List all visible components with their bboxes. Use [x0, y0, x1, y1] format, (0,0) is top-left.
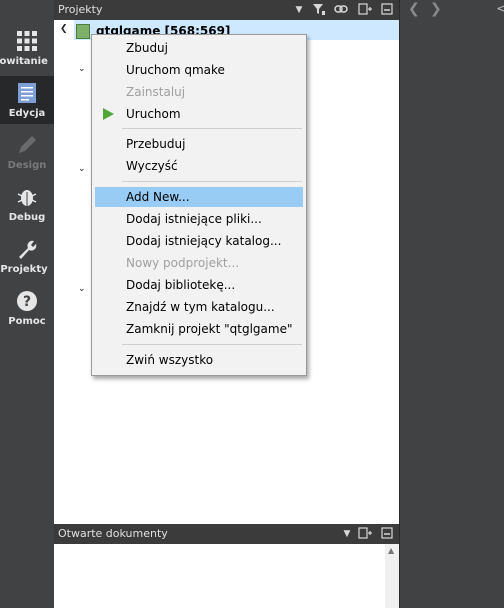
menu-item-label: Zainstaluj [126, 85, 186, 99]
help-icon: ? [17, 291, 37, 311]
chevron-down-icon[interactable]: ❮ [60, 24, 68, 34]
qt-project-icon [76, 24, 90, 39]
menu-item-label: Nowy podprojekt... [126, 256, 240, 270]
mode-label: Projekty [0, 264, 48, 275]
menu-item-install: Zainstaluj [95, 82, 303, 102]
menu-item-build[interactable]: Zbuduj [95, 38, 303, 58]
split-icon[interactable] [356, 526, 374, 542]
mode-label: Debug [8, 212, 46, 223]
menu-item-rebuild[interactable]: Przebuduj [95, 134, 303, 154]
split-icon[interactable] [356, 2, 374, 18]
menu-item-add-new[interactable]: Add New... [95, 187, 303, 207]
menu-item-label: Uruchom [126, 107, 181, 121]
mode-label: Design [7, 160, 47, 171]
pencil-icon [19, 136, 36, 153]
mode-design[interactable]: Design [0, 128, 54, 180]
menu-item-add-existing-files[interactable]: Dodaj istniejące pliki... [95, 209, 303, 229]
wrench-icon [19, 240, 37, 259]
menu-item-label: Add New... [126, 190, 190, 204]
projects-panel-header: Projekty ▼ [54, 0, 400, 20]
menu-item-label: Dodaj istniejące pliki... [126, 212, 262, 226]
menu-item-label: Przebuduj [126, 137, 186, 151]
open-documents-list[interactable]: ▲ [54, 544, 399, 608]
back-arrow-icon[interactable]: < [496, 1, 504, 17]
chevron-down-icon[interactable]: ⌄ [78, 284, 86, 294]
menu-item-label: Wyczyść [126, 159, 178, 173]
scrollbar[interactable]: ▲ [385, 544, 399, 608]
dropdown-arrow-icon[interactable]: ▼ [338, 526, 356, 542]
menu-item-find-in-directory[interactable]: Znajdź w tym katalogu... [95, 297, 303, 317]
menu-item-label: Zbuduj [126, 41, 168, 55]
filter-icon[interactable] [310, 2, 328, 18]
menu-separator [122, 128, 302, 129]
forward-arrow-icon[interactable]: ❯ [430, 1, 442, 17]
mode-debug[interactable]: Debug [0, 180, 54, 232]
menu-item-run-qmake[interactable]: Uruchom qmake [95, 60, 303, 80]
close-pane-icon[interactable] [378, 2, 396, 18]
menu-item-add-library[interactable]: Dodaj bibliotekę... [95, 275, 303, 295]
context-menu: Zbuduj Uruchom qmake Zainstaluj Uruchom … [91, 34, 307, 376]
open-documents-header: Otwarte dokumenty ▼ [54, 524, 399, 544]
mode-label: Pomoc [8, 316, 46, 327]
menu-separator [122, 344, 302, 345]
menu-item-collapse-all[interactable]: Zwiń wszystko [95, 350, 303, 370]
menu-item-close-project[interactable]: Zamknij projekt "qtglgame" [95, 319, 303, 339]
link-icon[interactable] [332, 2, 350, 18]
mode-label: Edycja [8, 108, 46, 119]
menu-item-new-subproject: Nowy podprojekt... [95, 253, 303, 273]
menu-item-clean[interactable]: Wyczyść [95, 156, 303, 176]
mode-projects[interactable]: Projekty [0, 232, 54, 284]
back-arrow-icon[interactable]: ❮ [408, 1, 420, 17]
menu-item-label: Uruchom qmake [126, 63, 225, 77]
menu-separator [122, 181, 302, 182]
svg-text:?: ? [23, 294, 31, 310]
chevron-down-icon[interactable]: ⌄ [78, 64, 86, 74]
close-pane-icon[interactable] [378, 526, 396, 542]
bug-icon [17, 190, 37, 206]
document-icon [18, 83, 36, 103]
scroll-up-icon[interactable]: ▲ [388, 546, 394, 555]
open-documents-title[interactable]: Otwarte dokumenty [58, 527, 168, 540]
mode-help[interactable]: ? Pomoc [0, 284, 54, 336]
dropdown-arrow-icon[interactable]: ▼ [290, 2, 308, 18]
menu-item-label: Znajdź w tym katalogu... [126, 300, 275, 314]
chevron-down-icon[interactable]: ⌄ [78, 164, 86, 174]
menu-item-label: Dodaj istniejący katalog... [126, 234, 282, 248]
menu-item-add-existing-directory[interactable]: Dodaj istniejący katalog... [95, 231, 303, 251]
projects-panel-title[interactable]: Projekty [58, 3, 102, 16]
run-icon [103, 108, 114, 120]
menu-item-run[interactable]: Uruchom [95, 104, 303, 124]
mode-edit[interactable]: Edycja [0, 76, 54, 124]
menu-item-label: Zwiń wszystko [126, 353, 214, 367]
mode-welcome[interactable]: Powitanie [0, 24, 54, 76]
mode-selector-bar: Powitanie Edycja Design Debug Projekty ? [0, 0, 54, 608]
menu-item-label: Zamknij projekt "qtglgame" [126, 322, 293, 336]
mode-label: Powitanie [0, 56, 48, 67]
menu-item-label: Dodaj bibliotekę... [126, 278, 236, 292]
editor-area: ❮ ❯ < [400, 0, 504, 608]
grid-icon [17, 31, 37, 51]
